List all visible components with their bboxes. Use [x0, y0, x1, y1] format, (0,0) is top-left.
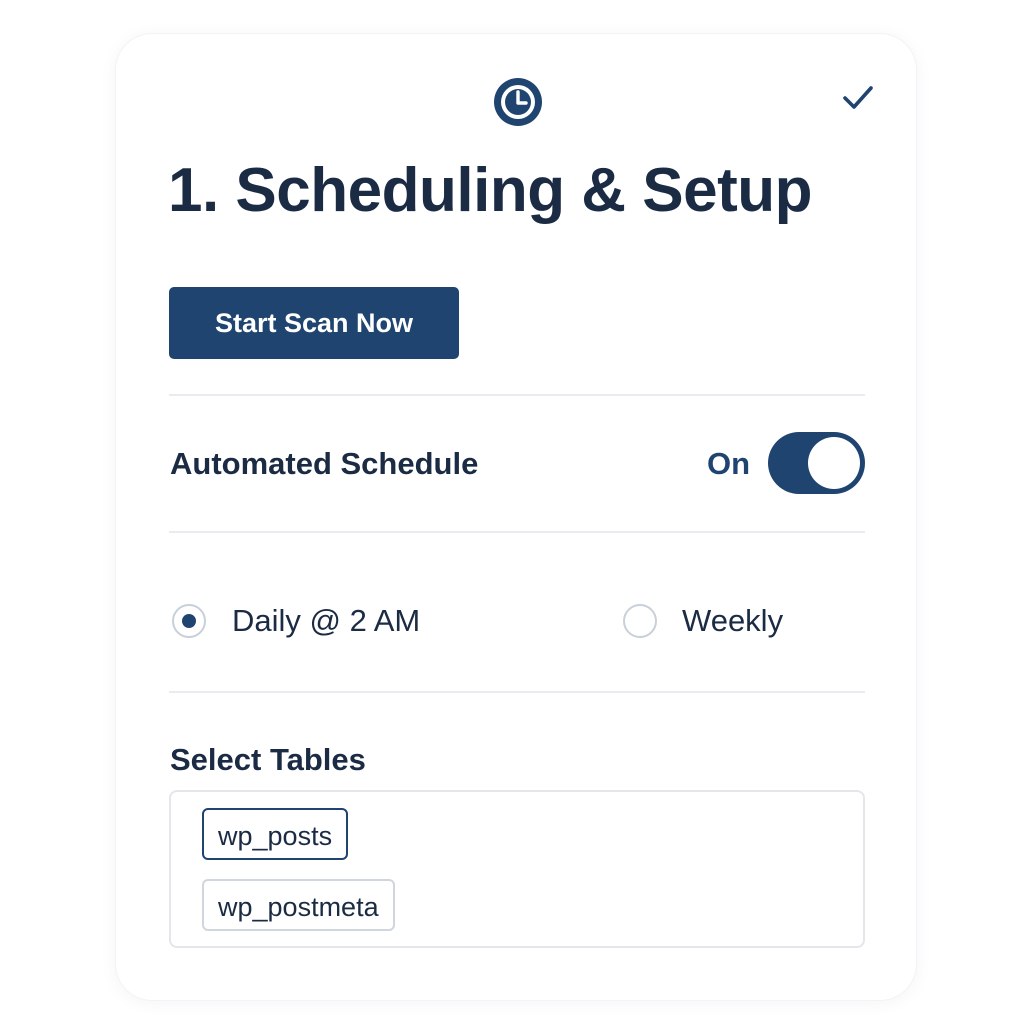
radio-label-weekly: Weekly	[682, 603, 784, 638]
divider	[169, 394, 865, 396]
divider	[169, 691, 865, 693]
radio-weekly[interactable]: Weekly	[623, 603, 783, 639]
radio-daily[interactable]: Daily @ 2 AM	[172, 603, 420, 639]
select-tables-label: Select Tables	[170, 742, 366, 777]
radio-button-unselected[interactable]	[623, 604, 657, 638]
table-chip-wp-postmeta[interactable]: wp_postmeta	[202, 879, 395, 931]
page-title: 1. Scheduling & Setup	[168, 156, 813, 225]
automated-schedule-label: Automated Schedule	[170, 446, 479, 481]
radio-button-selected[interactable]	[172, 604, 206, 638]
radio-dot	[182, 614, 196, 628]
tables-select-box[interactable]: wp_posts wp_postmeta	[169, 790, 865, 948]
start-scan-button[interactable]: Start Scan Now	[169, 287, 459, 359]
clock-icon	[494, 78, 542, 126]
toggle-knob	[808, 437, 860, 489]
toggle-state-label: On	[707, 446, 751, 481]
divider	[169, 531, 865, 533]
check-icon	[843, 86, 873, 109]
radio-label-daily: Daily @ 2 AM	[232, 603, 421, 638]
table-chip-wp-posts[interactable]: wp_posts	[202, 808, 349, 860]
automated-schedule-toggle[interactable]	[768, 432, 865, 494]
